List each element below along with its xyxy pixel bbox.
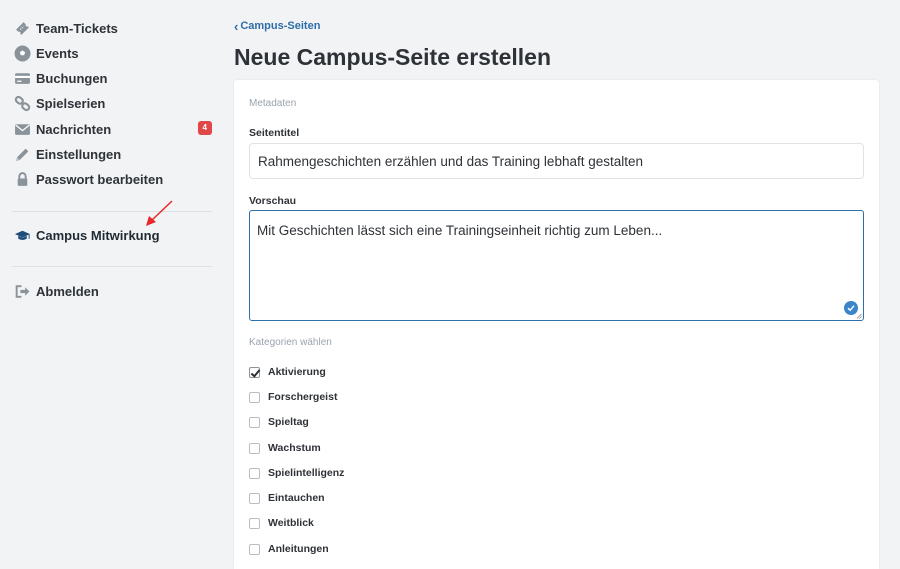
category-checkbox-wachstum[interactable]: Wachstum (249, 440, 321, 456)
checkbox-icon[interactable] (249, 391, 260, 403)
graduation-cap-icon (14, 227, 31, 244)
category-label: Forschergeist (268, 391, 338, 403)
category-checkbox-forschergeist[interactable]: Forschergeist (249, 389, 337, 405)
section-label-kategorien: Kategorien wählen (249, 337, 332, 348)
category-checkbox-spieltag[interactable]: Spieltag (249, 414, 309, 430)
category-checkbox-spielintelligenz[interactable]: Spielintelligenz (249, 465, 344, 481)
credit-card-icon (14, 70, 31, 87)
unread-count-badge: 4 (197, 121, 212, 135)
sidebar-item-label: Campus Mitwirkung (36, 227, 160, 243)
sidebar-item-label: Abmelden (36, 283, 99, 299)
category-label: Spieltag (268, 416, 309, 428)
checkbox-checked-icon[interactable] (249, 366, 260, 378)
back-link-campus-seiten[interactable]: ‹ Campus-Seiten (234, 18, 321, 34)
sidebar-item-label: Team-Tickets (36, 20, 118, 36)
link-icon (14, 95, 31, 112)
sidebar-item-label: Events (36, 45, 79, 61)
title-input[interactable] (249, 143, 864, 179)
checkbox-icon[interactable] (249, 543, 260, 555)
preview-textarea[interactable]: Mit Geschichten lässt sich eine Training… (249, 210, 864, 321)
category-label: Weitblick (268, 517, 314, 529)
checkbox-icon[interactable] (249, 416, 260, 428)
category-checkbox-eintauchen[interactable]: Eintauchen (249, 490, 325, 506)
category-label: Wachstum (268, 442, 321, 454)
back-link-label: Campus-Seiten (240, 20, 321, 32)
sidebar-item-buchungen[interactable]: Buchungen (14, 67, 212, 89)
category-checkbox-anleitungen[interactable]: Anleitungen (249, 541, 329, 557)
sidebar-divider (12, 211, 212, 212)
category-checkbox-aktivierung[interactable]: Aktivierung (249, 364, 326, 380)
form-card: Metadaten Seitentitel Vorschau Mit Gesch… (234, 80, 879, 569)
category-checkbox-weitblick[interactable]: Weitblick (249, 515, 314, 531)
field-label-seitentitel: Seitentitel (249, 127, 300, 139)
sidebar-item-label: Passwort bearbeiten (36, 171, 164, 187)
chevron-left-icon: ‹ (234, 18, 239, 34)
sidebar-item-label: Nachrichten (36, 121, 112, 137)
checkbox-icon[interactable] (249, 442, 260, 454)
sidebar-item-events[interactable]: Events (14, 42, 212, 64)
pencil-icon (14, 146, 31, 163)
category-label: Aktivierung (268, 366, 326, 378)
sidebar-item-spielserien[interactable]: Spielserien (14, 92, 212, 114)
lock-icon (14, 171, 31, 188)
sidebar-item-einstellungen[interactable]: Einstellungen (14, 143, 212, 165)
annotation-arrow-icon (146, 200, 173, 226)
envelope-icon (14, 121, 31, 138)
checkbox-icon[interactable] (249, 492, 260, 504)
sidebar-item-label: Spielserien (36, 95, 106, 111)
preview-textarea-wrapper: Mit Geschichten lässt sich eine Training… (249, 210, 864, 321)
sidebar-item-team-tickets[interactable]: Team-Tickets (14, 17, 212, 39)
ticket-icon (14, 20, 31, 37)
section-label-metadaten: Metadaten (249, 98, 297, 109)
soccer-ball-icon (14, 45, 31, 62)
sidebar-item-campus-mitwirkung[interactable]: Campus Mitwirkung (14, 224, 212, 246)
checkbox-icon[interactable] (249, 517, 260, 529)
field-label-vorschau: Vorschau (249, 195, 297, 207)
category-label: Spielintelligenz (268, 467, 345, 479)
sign-out-icon (14, 283, 31, 300)
sidebar-item-label: Buchungen (36, 70, 108, 86)
sidebar-item-abmelden[interactable]: Abmelden (14, 280, 212, 302)
category-label: Eintauchen (268, 492, 325, 504)
sidebar-divider (12, 266, 212, 267)
category-label: Anleitungen (268, 543, 329, 555)
sidebar-item-passwort[interactable]: Passwort bearbeiten (14, 168, 212, 190)
sidebar: Team-Tickets Events Buchungen Spielserie… (0, 0, 225, 569)
sidebar-item-label: Einstellungen (36, 146, 122, 162)
checkbox-icon[interactable] (249, 467, 260, 479)
resize-handle-icon[interactable] (856, 313, 862, 319)
sidebar-item-nachrichten[interactable]: Nachrichten 4 (14, 118, 212, 140)
page-title: Neue Campus-Seite erstellen (234, 44, 552, 70)
